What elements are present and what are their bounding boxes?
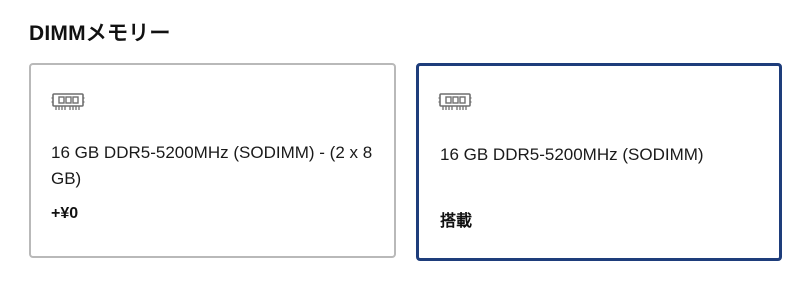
memory-option-card-2[interactable]: 16 GB DDR5-5200MHz (SODIMM) 搭載 — [416, 63, 782, 261]
memory-option-price: +¥0 — [51, 205, 79, 222]
section-title: DIMMメモリー — [29, 22, 171, 45]
memory-module-icon — [438, 93, 474, 113]
memory-option-label: 16 GB DDR5-5200MHz (SODIMM) — [440, 145, 704, 164]
memory-option-status: 搭載 — [440, 213, 473, 230]
memory-module-icon — [51, 93, 87, 113]
memory-option-card-1[interactable]: 16 GB DDR5-5200MHz (SODIMM) - (2 x 8 GB)… — [29, 63, 396, 258]
memory-option-label: 16 GB DDR5-5200MHz (SODIMM) - (2 x 8 GB) — [51, 143, 373, 188]
